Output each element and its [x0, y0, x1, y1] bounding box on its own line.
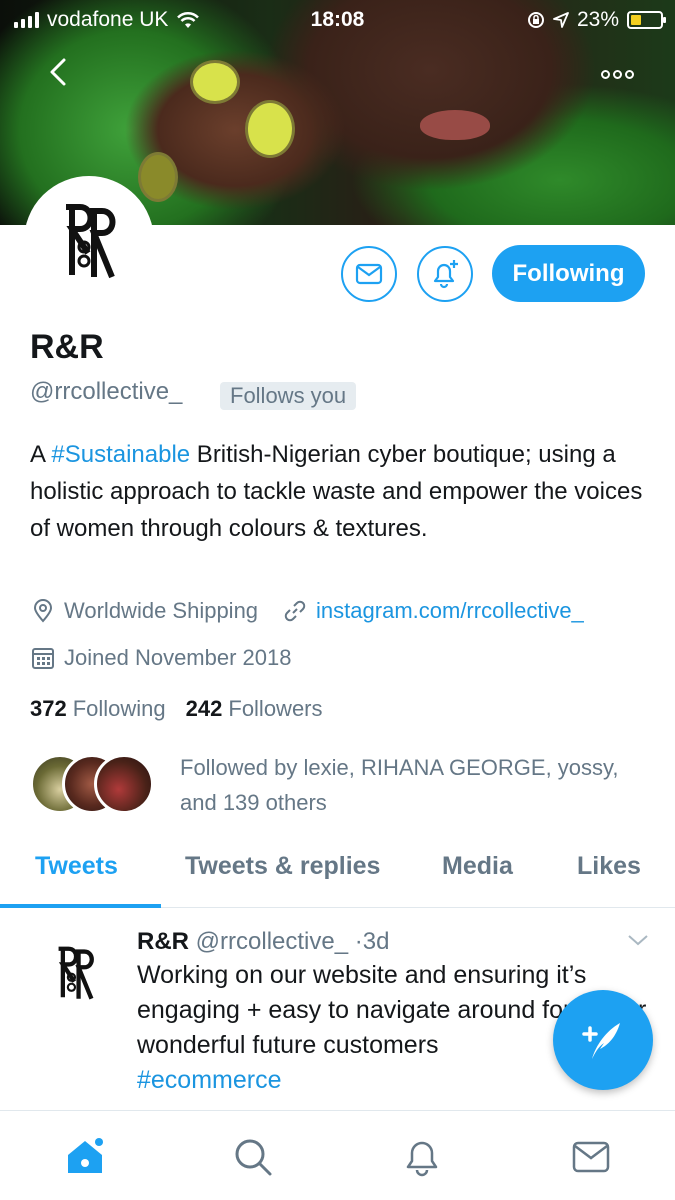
compose-tweet-button[interactable]	[553, 990, 653, 1090]
notifications-icon	[406, 1141, 438, 1177]
profile-handle: @rrcollective_	[30, 378, 183, 405]
followers-label: Followers	[228, 696, 323, 721]
back-button[interactable]	[38, 55, 78, 95]
bio-text: A	[30, 441, 52, 468]
following-label: Following	[72, 696, 166, 721]
more-options-icon-dot	[624, 69, 634, 79]
battery-fill	[631, 15, 641, 25]
messages-icon	[572, 1141, 610, 1173]
location-icon	[553, 12, 569, 28]
followers-count: 242	[185, 696, 223, 721]
tweet-separator: ·	[354, 928, 363, 955]
tweet-header: R&R @rrcollective_ ·3d	[137, 928, 389, 956]
search-icon	[235, 1139, 272, 1176]
more-options-button[interactable]	[597, 62, 637, 86]
chevron-down-icon[interactable]	[626, 930, 650, 950]
active-tab-indicator	[0, 904, 161, 908]
avatar	[94, 754, 154, 814]
nav-search[interactable]	[231, 1135, 275, 1179]
bell-plus-icon	[433, 260, 458, 289]
profile-joined-row: Joined November 2018	[30, 645, 291, 671]
more-options-icon	[600, 69, 610, 79]
link-icon	[282, 598, 308, 624]
status-bar: vodafone UK 18:08 23%	[0, 0, 675, 38]
tweet-author-avatar[interactable]	[40, 938, 110, 1008]
profile-meta-row: Worldwide Shipping instagram.com/rrcolle…	[30, 598, 584, 624]
calendar-icon	[30, 645, 56, 671]
envelope-icon	[355, 263, 383, 285]
battery-percent: 23%	[576, 8, 619, 31]
bio-hashtag-link[interactable]: #Sustainable	[51, 441, 190, 468]
mutual-followers-avatars[interactable]	[30, 754, 154, 814]
location-pin-icon	[30, 598, 56, 624]
profile-tabs: Tweets Tweets & replies Media Likes	[0, 838, 675, 908]
more-options-icon-dot	[612, 69, 622, 79]
profile-bio: A #Sustainable British-Nigerian cyber bo…	[30, 436, 650, 547]
tweet-time[interactable]: 3d	[363, 928, 390, 955]
banner-photo-lips	[420, 110, 490, 140]
rr-logo	[58, 946, 94, 1000]
following-count-link[interactable]: 372 Following	[30, 696, 166, 722]
bottom-navigation	[0, 1110, 675, 1200]
compose-tweet-icon	[582, 1023, 620, 1059]
tab-likes[interactable]: Likes	[577, 852, 641, 881]
profile-location: Worldwide Shipping	[64, 598, 259, 623]
profile-joined-date: Joined November 2018	[64, 645, 292, 670]
tweet-author-handle: @rrcollective_	[195, 928, 349, 955]
following-count: 372	[30, 696, 67, 721]
banner-ring	[190, 60, 240, 104]
follows-you-badge: Follows you	[220, 382, 357, 410]
nav-notifications[interactable]	[400, 1135, 444, 1179]
tab-tweets-and-replies[interactable]: Tweets & replies	[185, 852, 380, 881]
followers-count-link[interactable]: 242 Followers	[186, 696, 323, 722]
home-icon	[68, 1138, 103, 1173]
tab-tweets[interactable]: Tweets	[35, 852, 118, 881]
tweet-author-name[interactable]: R&R	[137, 928, 189, 955]
notifications-toggle-button[interactable]	[417, 246, 473, 302]
rr-logo	[66, 204, 116, 279]
follow-counts: 372 Following 242 Followers	[30, 696, 323, 722]
nav-home[interactable]	[64, 1135, 108, 1179]
chevron-left-icon	[50, 58, 66, 86]
banner-ring	[245, 100, 295, 158]
profile-avatar[interactable]	[24, 176, 154, 306]
nav-messages[interactable]	[569, 1135, 613, 1179]
tweet-hashtag-link[interactable]: #ecommerce	[137, 1066, 282, 1094]
profile-website-link[interactable]: instagram.com/rrcollective_	[316, 598, 584, 624]
battery-icon	[627, 11, 666, 29]
banner-ring	[138, 152, 178, 202]
message-button[interactable]	[341, 246, 397, 302]
profile-name: R&R	[30, 328, 104, 366]
orientation-lock-icon	[527, 12, 544, 28]
tab-media[interactable]: Media	[442, 852, 513, 881]
following-button[interactable]: Following	[492, 245, 645, 302]
followed-by-text[interactable]: Followed by lexie, RIHANA GEORGE, yossy,…	[180, 750, 620, 820]
